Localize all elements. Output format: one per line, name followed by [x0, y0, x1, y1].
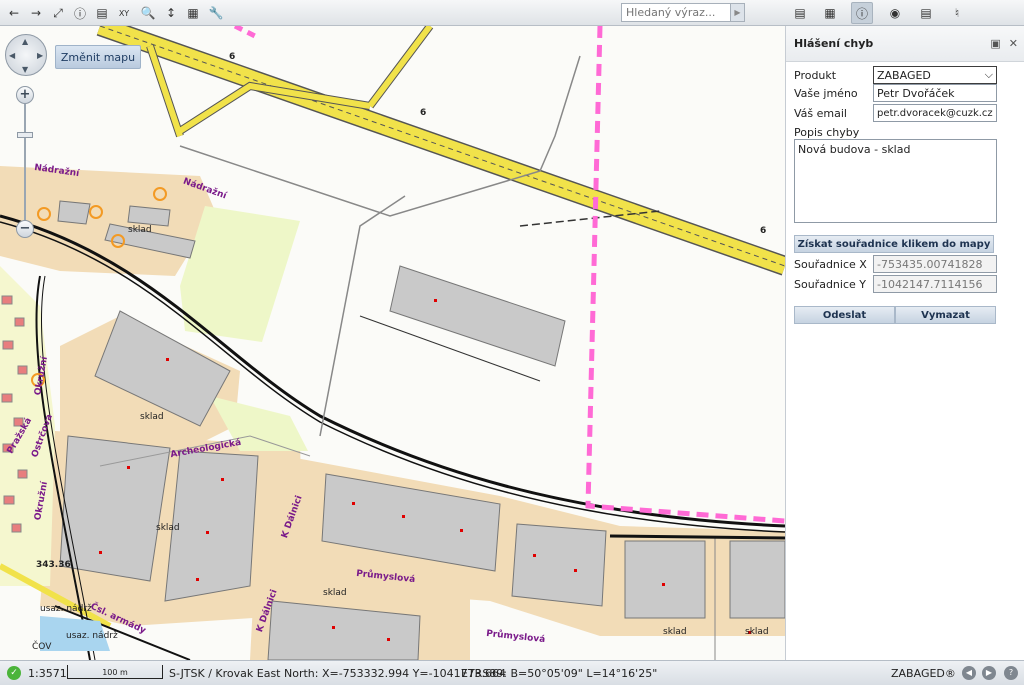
- clear-button[interactable]: Vymazat: [895, 306, 996, 324]
- scale-value: 1:3571: [28, 667, 67, 680]
- map-label-sklad: sklad: [140, 412, 164, 422]
- change-map-button[interactable]: Změnit mapu: [55, 45, 141, 69]
- map-label-sklad: sklad: [745, 627, 769, 637]
- map-label-usaz-nadrz: usaz. nádrž: [66, 631, 118, 641]
- pan-control[interactable]: ▲ ▼ ◀ ▶: [5, 34, 47, 76]
- zoom-thumb[interactable]: [17, 132, 33, 138]
- scalebar-label: 100 m: [102, 668, 128, 677]
- cursor-coordinates: S-JTSK / Krovak East North: X=-753332.99…: [169, 667, 507, 680]
- map-view[interactable]: sklad sklad sklad sklad sklad sklad Nádr…: [0, 26, 785, 660]
- product-select[interactable]: ZABAGED ⌵: [873, 66, 997, 84]
- search-go-icon[interactable]: ▶: [730, 4, 744, 21]
- x-coordinate-field[interactable]: [873, 255, 997, 273]
- layers-icon[interactable]: ▤: [789, 2, 811, 24]
- brand-label: ZABAGED®: [891, 667, 956, 680]
- binoculars-icon[interactable]: ♮: [946, 2, 968, 24]
- prev-icon[interactable]: ◀: [962, 666, 976, 680]
- info-panel-icon[interactable]: ⓘ: [851, 2, 873, 24]
- grid-icon[interactable]: ▦: [819, 2, 841, 24]
- pan-right-icon[interactable]: ▶: [37, 51, 43, 60]
- zoom-out-icon[interactable]: −: [16, 220, 34, 238]
- map-label-cov: ČOV: [32, 642, 52, 652]
- zoom-xy-icon[interactable]: 🔍: [137, 2, 159, 24]
- error-report-panel: Hlášení chyb ▣ ✕ Produkt ZABAGED ⌵ Vaše …: [785, 26, 1024, 660]
- name-field[interactable]: [873, 84, 997, 102]
- zoom-track[interactable]: [24, 104, 26, 228]
- full-extent-icon[interactable]: ⤢: [47, 2, 69, 24]
- map-label-sklad: sklad: [323, 588, 347, 598]
- elevation-label: 343.36: [36, 560, 71, 570]
- panel-title: Hlášení chyb: [794, 37, 874, 50]
- pan-down-icon[interactable]: ▼: [22, 65, 28, 74]
- road-number-label: 6: [420, 108, 427, 118]
- search-box: ▶: [621, 3, 745, 22]
- status-bar: ✓ 1:3571 100 m S-JTSK / Krovak East Nort…: [0, 660, 1024, 685]
- email-field[interactable]: [873, 104, 997, 122]
- product-label: Produkt: [794, 69, 837, 82]
- scalebar: 100 m: [67, 665, 163, 679]
- next-icon[interactable]: ▶: [982, 666, 996, 680]
- road-number-label: 6: [229, 52, 236, 62]
- lock-icon[interactable]: ▣: [990, 37, 1000, 50]
- info-icon[interactable]: ⓘ: [69, 2, 91, 24]
- panel-header: Hlášení chyb ▣ ✕: [786, 26, 1024, 62]
- x-coordinate-label: Souřadnice X: [794, 258, 867, 271]
- table-icon[interactable]: ▦: [182, 2, 204, 24]
- print-icon[interactable]: ▤: [91, 2, 113, 24]
- print-panel-icon[interactable]: ▤: [915, 2, 937, 24]
- xy-coordinate-icon[interactable]: XY: [113, 2, 135, 24]
- y-coordinate-field[interactable]: [873, 275, 997, 293]
- map-label-usaz-nadrz: usaz. nádrž: [40, 604, 92, 614]
- tools-icon[interactable]: 🔧: [205, 2, 227, 24]
- product-value: ZABAGED: [877, 68, 931, 82]
- map-label-sklad: sklad: [156, 523, 180, 533]
- close-icon[interactable]: ✕: [1009, 37, 1018, 50]
- globe-icon[interactable]: ◉: [884, 2, 906, 24]
- pan-up-icon[interactable]: ▲: [22, 37, 28, 46]
- back-arrow-icon[interactable]: ←: [3, 2, 25, 24]
- help-icon[interactable]: ?: [1004, 666, 1018, 680]
- description-label: Popis chyby: [794, 126, 860, 139]
- pan-left-icon[interactable]: ◀: [9, 51, 15, 60]
- get-coordinates-button[interactable]: Získat souřadnice klikem do mapy: [794, 235, 994, 253]
- panel-form: Produkt ZABAGED ⌵ Vaše jméno Váš email P…: [786, 62, 1024, 660]
- email-label: Váš email: [794, 107, 847, 120]
- map-label-sklad: sklad: [663, 627, 687, 637]
- chevron-down-icon: ⌵: [984, 68, 993, 81]
- measure-icon[interactable]: ↕: [160, 2, 182, 24]
- etrs-coordinates: ETRS89: B=50°05'09" L=14°16'25": [461, 667, 658, 680]
- send-button[interactable]: Odeslat: [794, 306, 895, 324]
- road-number-label: 6: [760, 226, 767, 236]
- zoom-slider[interactable]: + −: [14, 86, 36, 238]
- check-icon: ✓: [7, 666, 21, 680]
- y-coordinate-label: Souřadnice Y: [794, 278, 866, 291]
- map-canvas: [0, 26, 785, 660]
- map-label-sklad: sklad: [128, 225, 152, 235]
- forward-arrow-icon[interactable]: →: [25, 2, 47, 24]
- toolbar: ← → ⤢ ⓘ ▤ XY 🔍 ↕ ▦ 🔧 ▶ ▤ ▦ ⓘ ◉ ▤ ♮: [0, 0, 1024, 26]
- zoom-in-icon[interactable]: +: [16, 86, 34, 104]
- name-label: Vaše jméno: [794, 87, 858, 100]
- search-input[interactable]: [622, 4, 730, 21]
- description-textarea[interactable]: Nová budova - sklad: [794, 139, 997, 223]
